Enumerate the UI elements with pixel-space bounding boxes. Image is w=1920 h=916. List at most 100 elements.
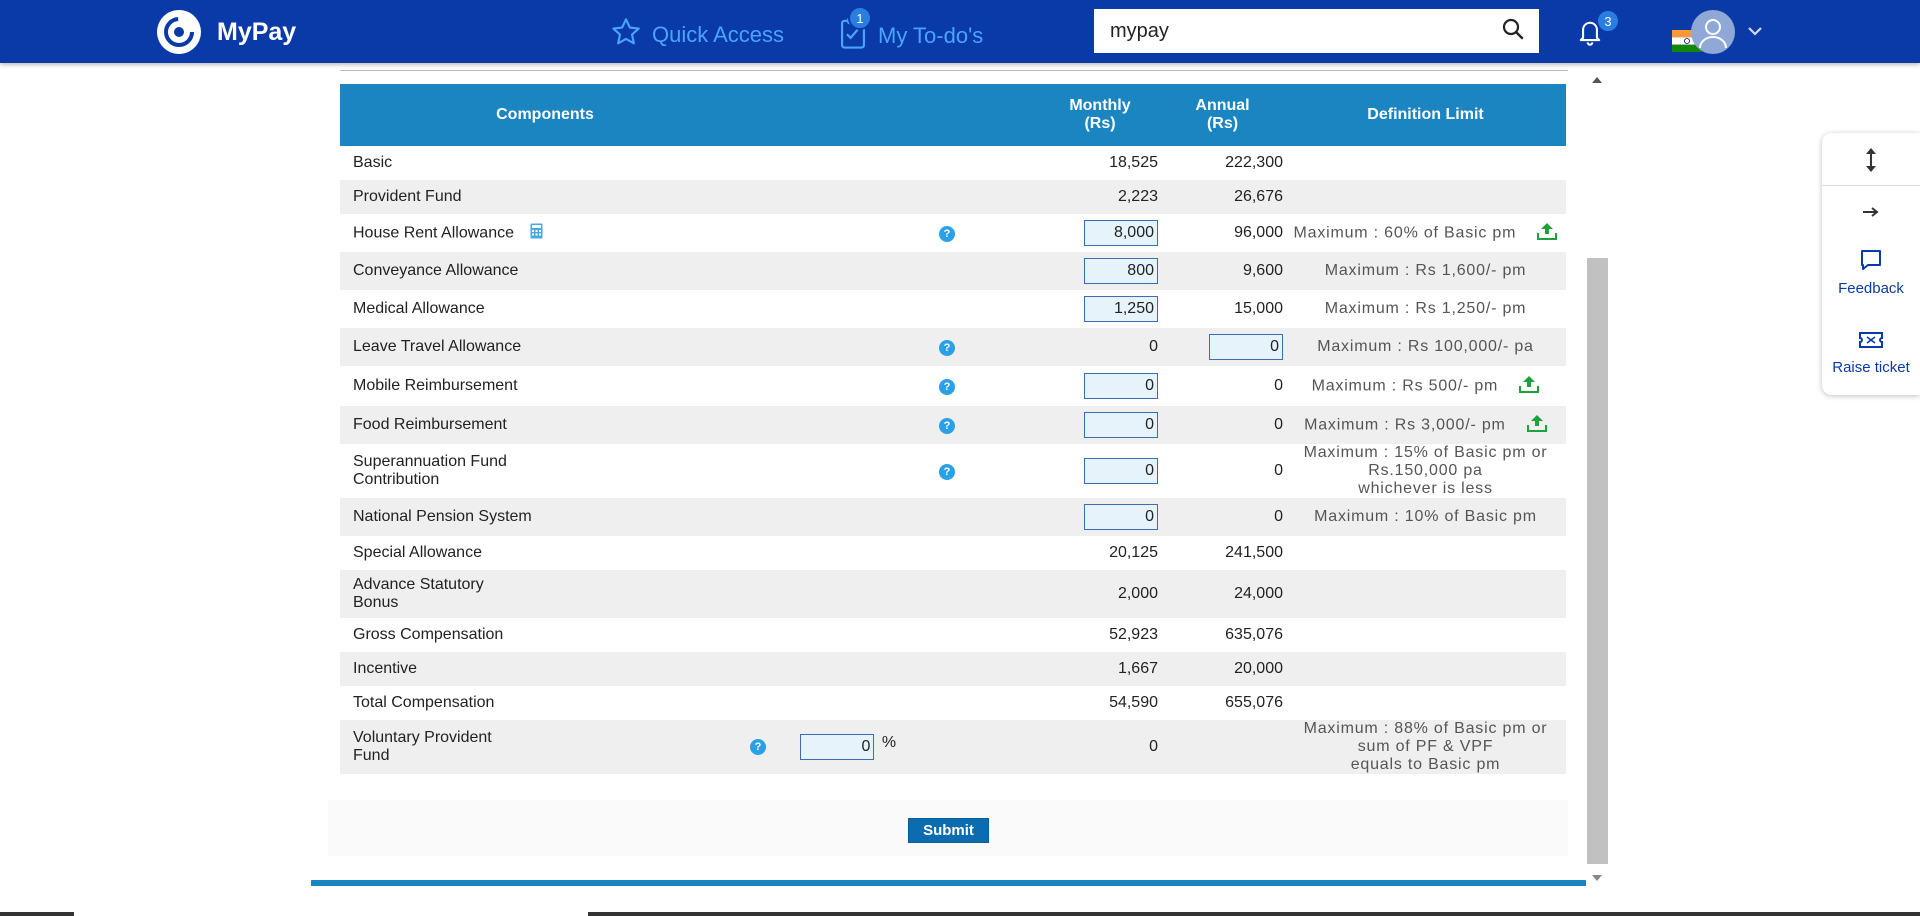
- component-name: Conveyance Allowance: [340, 252, 1040, 290]
- chevron-down-icon[interactable]: [1746, 24, 1764, 42]
- help-question-icon[interactable]: ?: [939, 340, 955, 356]
- bottom-accent-bar: [311, 880, 1586, 886]
- component-name-line1: Superannuation Fund: [353, 453, 507, 470]
- monthly-header: Monthly (Rs): [1040, 84, 1160, 146]
- definition-limit: [1285, 570, 1566, 618]
- help-question-icon[interactable]: ?: [750, 739, 766, 755]
- monthly-value: 20,125: [1040, 536, 1160, 570]
- mypay-logo-icon[interactable]: [157, 10, 201, 54]
- table-row: Total Compensation 54,590 655,076: [340, 686, 1566, 720]
- search-input[interactable]: [1110, 19, 1501, 43]
- help-cell: ?: [750, 444, 1040, 498]
- component-cell: House Rent Allowance: [340, 214, 750, 252]
- help-question-icon[interactable]: ?: [939, 464, 955, 480]
- help-question-icon[interactable]: ?: [939, 418, 955, 434]
- search-icon[interactable]: [1501, 17, 1525, 46]
- annual-value: 96,000: [1160, 214, 1285, 252]
- monthly-input[interactable]: 0: [1084, 504, 1158, 530]
- definition-limit: Maximum : Rs 500/- pm: [1311, 377, 1499, 395]
- upload-icon[interactable]: [1537, 222, 1558, 245]
- table-row: Conveyance Allowance 800 9,600 Maximum :…: [340, 252, 1566, 290]
- monthly-value: 2,000: [1040, 570, 1160, 618]
- annual-value: 0: [1160, 444, 1285, 498]
- monthly-value: 0: [1040, 720, 1160, 774]
- vpf-percent-input[interactable]: 0: [800, 734, 875, 760]
- definition-limit: Maximum : 60% of Basic pm: [1293, 224, 1517, 242]
- submit-button[interactable]: Submit: [908, 818, 989, 843]
- notification-count-badge: 3: [1596, 9, 1620, 33]
- spacer-header: [750, 84, 1040, 146]
- monthly-input[interactable]: 1,250: [1084, 296, 1158, 322]
- user-avatar[interactable]: [1691, 10, 1735, 54]
- compensation-table: Components Monthly (Rs) Annual (Rs) Defi…: [340, 84, 1566, 774]
- definition-limit: [1285, 618, 1566, 652]
- component-name: Total Compensation: [340, 686, 1040, 720]
- table-row: Voluntary Provident Fund ? 0 % 0 Maximum…: [340, 720, 1566, 774]
- ticket-icon: [1858, 329, 1884, 355]
- help-question-icon[interactable]: ?: [939, 379, 955, 395]
- monthly-input[interactable]: 0: [1084, 373, 1158, 399]
- table-row: Mobile Reimbursement ? 0 0 Maximum : Rs …: [340, 366, 1566, 406]
- monthly-header-unit: (Rs): [1084, 115, 1116, 132]
- search-bar: [1094, 9, 1539, 53]
- monthly-input[interactable]: 0: [1084, 458, 1158, 484]
- definition-limit: [1285, 652, 1566, 686]
- monthly-cell: 0: [1040, 406, 1160, 444]
- monthly-input[interactable]: 8,000: [1084, 220, 1158, 246]
- definition-limit: Maximum : Rs 1,250/- pm: [1285, 290, 1566, 328]
- monthly-cell: 0: [1040, 444, 1160, 498]
- scroll-down-arrow-icon[interactable]: [1590, 870, 1604, 888]
- monthly-cell: 0: [1040, 498, 1160, 536]
- annual-value: 24,000: [1160, 570, 1285, 618]
- components-header: Components: [340, 84, 750, 146]
- component-name-line2: Fund: [353, 747, 390, 764]
- component-name: Mobile Reimbursement: [340, 366, 750, 406]
- table-row: Superannuation Fund Contribution ? 0 0 M…: [340, 444, 1566, 498]
- raise-ticket-button[interactable]: Raise ticket: [1822, 329, 1920, 376]
- component-cell: Superannuation Fund Contribution: [340, 444, 750, 498]
- help-cell: ?: [750, 214, 1040, 252]
- table-row: National Pension System 0 0 Maximum : 10…: [340, 498, 1566, 536]
- monthly-cell: 800: [1040, 252, 1160, 290]
- definition-limit: Maximum : Rs 100,000/- pa: [1285, 328, 1566, 366]
- percent-sign: %: [881, 734, 897, 751]
- monthly-value: 1,667: [1040, 652, 1160, 686]
- monthly-cell: 0: [1040, 366, 1160, 406]
- scrollbar-thumb[interactable]: [1587, 258, 1608, 864]
- app-name[interactable]: MyPay: [217, 18, 296, 47]
- expand-collapse-button[interactable]: [1822, 147, 1920, 177]
- definition-limit: [1285, 146, 1566, 180]
- upload-icon[interactable]: [1526, 414, 1547, 437]
- annual-value: 0: [1160, 498, 1285, 536]
- annual-input[interactable]: 0: [1209, 334, 1283, 360]
- definition-limit-line2: whichever is less: [1358, 480, 1493, 497]
- monthly-header-label: Monthly: [1069, 97, 1131, 114]
- definition-cell: Maximum : 60% of Basic pm: [1285, 214, 1566, 252]
- calculator-icon[interactable]: [530, 223, 543, 244]
- table-row: Medical Allowance 1,250 15,000 Maximum :…: [340, 290, 1566, 328]
- component-name: Basic: [340, 146, 1040, 180]
- help-cell: ?: [750, 406, 1040, 444]
- table-row: Advance Statutory Bonus 2,000 24,000: [340, 570, 1566, 618]
- definition-limit: Maximum : 10% of Basic pm: [1285, 498, 1566, 536]
- monthly-input[interactable]: 0: [1084, 412, 1158, 438]
- upload-icon[interactable]: [1519, 375, 1540, 398]
- feedback-button[interactable]: Feedback: [1822, 248, 1920, 297]
- help-question-icon[interactable]: ?: [939, 226, 955, 242]
- footer-gap: [74, 912, 588, 916]
- monthly-value: 54,590: [1040, 686, 1160, 720]
- annual-value: 9,600: [1160, 252, 1285, 290]
- quick-access-link[interactable]: Quick Access: [610, 16, 784, 54]
- annual-value: 20,000: [1160, 652, 1285, 686]
- scroll-up-arrow-icon[interactable]: [1590, 72, 1604, 90]
- collapse-panel-button[interactable]: [1822, 205, 1920, 222]
- vpf-percent-cell: ? 0 %: [750, 720, 1040, 774]
- component-cell: Advance Statutory Bonus: [340, 570, 1040, 618]
- monthly-input[interactable]: 800: [1084, 258, 1158, 284]
- annual-header: Annual (Rs): [1160, 84, 1285, 146]
- definition-limit: Maximum : Rs 1,600/- pm: [1285, 252, 1566, 290]
- monthly-value: 2,223: [1040, 180, 1160, 214]
- table-row: Food Reimbursement ? 0 0 Maximum : Rs 3,…: [340, 406, 1566, 444]
- annual-value: [1160, 720, 1285, 774]
- definition-cell: Maximum : Rs 500/- pm: [1285, 366, 1566, 406]
